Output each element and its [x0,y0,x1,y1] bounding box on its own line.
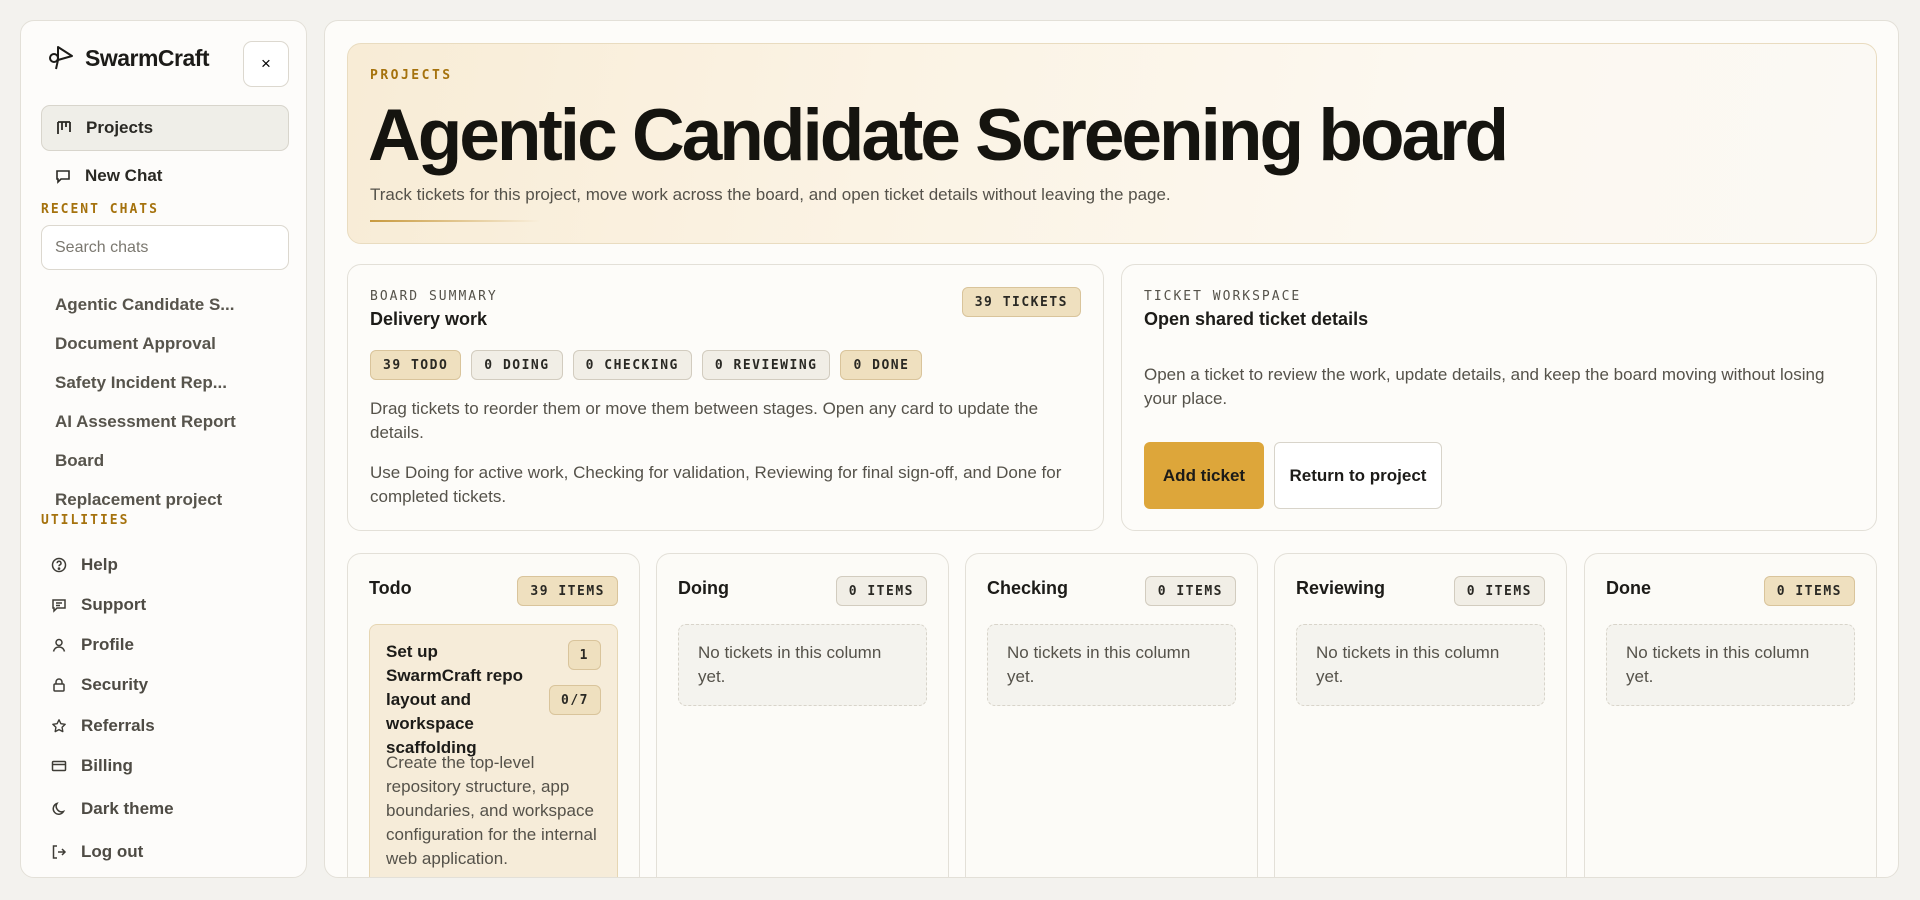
column-done: Done 0 ITEMS No tickets in this column y… [1584,553,1877,877]
support-icon [51,597,67,613]
column-doing: Doing 0 ITEMS No tickets in this column … [656,553,949,877]
stage-badge-reviewing: 0 REVIEWING [701,350,831,380]
board-summary-help: Use Doing for active work, Checking for … [370,463,1062,506]
ticket-card[interactable]: Set up SwarmCraft repo layout and worksp… [369,624,618,877]
utility-support[interactable]: Support [51,595,146,615]
chat-item[interactable]: AI Assessment Report [55,412,289,451]
main-panel: PROJECTS Agentic Candidate Screening boa… [324,20,1899,878]
utility-profile[interactable]: Profile [51,635,134,655]
ticket-description: Create the top-level repository structur… [386,753,597,868]
nav-item-label: New Chat [85,166,163,185]
column-count-badge: 39 ITEMS [517,576,618,606]
close-icon: × [261,54,271,73]
stage-badge-doing: 0 DOING [471,350,563,380]
hero-kicker: PROJECTS [370,68,453,83]
chat-item[interactable]: Document Approval [55,334,289,373]
add-ticket-button[interactable]: Add ticket [1144,442,1264,509]
chat-item[interactable]: Agentic Candidate S... [55,295,289,334]
nav-item-projects[interactable]: Projects [41,105,289,151]
chat-item[interactable]: Safety Incident Rep... [55,373,289,412]
utility-label: Billing [81,756,133,775]
recent-chats-label: RECENT CHATS [41,202,159,217]
brand-name: SwarmCraft [85,44,210,71]
empty-column-placeholder: No tickets in this column yet. [1296,624,1545,706]
ticket-workspace-kicker: TICKET WORKSPACE [1144,289,1302,304]
utility-billing[interactable]: Billing [51,756,133,776]
moon-icon [51,801,67,817]
chat-item[interactable]: Board [55,451,289,490]
hero-description: Track tickets for this project, move wor… [370,185,1171,204]
column-checking: Checking 0 ITEMS No tickets in this colu… [965,553,1258,877]
ticket-number-badge: 1 [567,640,601,670]
board-summary-title: Delivery work [370,309,488,329]
stage-badge-checking: 0 CHECKING [572,350,692,380]
page-title: Agentic Candidate Screening board [368,95,1509,176]
nav-item-label: Projects [86,118,154,137]
column-count-badge: 0 ITEMS [1453,576,1545,606]
recent-chats-list: Agentic Candidate S... Document Approval… [55,295,289,515]
close-sidebar-button[interactable]: × [243,41,289,87]
empty-column-placeholder: No tickets in this column yet. [987,624,1236,706]
empty-column-placeholder: No tickets in this column yet. [678,624,927,706]
star-icon [51,718,67,734]
column-count-badge: 0 ITEMS [835,576,927,606]
chat-icon [55,168,71,184]
utility-label: Profile [81,635,134,654]
column-todo: Todo 39 ITEMS Set up SwarmCraft repo lay… [347,553,640,877]
utility-dark-theme[interactable]: Dark theme [51,799,174,819]
stage-badge-todo: 39 TODO [370,350,462,380]
utility-label: Referrals [81,716,155,735]
chat-item[interactable]: Replacement project [55,490,289,515]
utility-label: Log out [81,842,144,861]
card-icon [51,758,67,774]
board-summary-text: Drag tickets to reorder them or move the… [370,399,1039,442]
board-summary-card: BOARD SUMMARY Delivery work 39 TICKETS 3… [347,264,1104,531]
ticket-title: Set up SwarmCraft repo layout and worksp… [386,642,523,757]
utility-label: Support [81,595,147,614]
utilities-label: UTILITIES [41,513,130,528]
empty-column-placeholder: No tickets in this column yet. [1606,624,1855,706]
column-title: Doing [678,578,729,598]
return-to-project-button[interactable]: Return to project [1274,442,1442,509]
ticket-workspace-title: Open shared ticket details [1144,309,1369,329]
utility-log-out[interactable]: Log out [51,842,143,862]
stage-badge-done: 0 DONE [840,350,923,380]
kanban-icon [56,120,72,136]
utility-referrals[interactable]: Referrals [51,716,155,736]
total-tickets-badge: 39 TICKETS [961,287,1081,317]
search-chats-input[interactable] [41,225,289,270]
utility-label: Dark theme [81,799,174,818]
lock-icon [51,677,67,693]
column-title: Todo [369,578,412,598]
utility-security[interactable]: Security [51,675,148,695]
column-count-badge: 0 ITEMS [1144,576,1236,606]
column-count-badge: 0 ITEMS [1763,576,1855,606]
help-icon [51,557,67,573]
ticket-workspace-card: TICKET WORKSPACE Open shared ticket deta… [1121,264,1877,531]
user-icon [51,637,67,653]
utility-help[interactable]: Help [51,555,118,575]
project-hero: PROJECTS Agentic Candidate Screening boa… [347,43,1877,244]
column-reviewing: Reviewing 0 ITEMS No tickets in this col… [1274,553,1567,877]
column-title: Checking [987,578,1069,598]
utility-label: Help [81,555,118,574]
ticket-progress-badge: 0/7 [549,685,601,715]
nav-item-new-chat[interactable]: New Chat [41,153,289,199]
hero-divider [370,220,540,222]
column-title: Reviewing [1296,578,1386,598]
ticket-workspace-text: Open a ticket to review the work, update… [1144,365,1825,408]
utility-label: Security [81,675,149,694]
board-summary-kicker: BOARD SUMMARY [370,289,498,304]
logout-icon [51,844,67,860]
sidebar: SwarmCraft × Projects New Chat RECENT CH… [20,20,307,878]
column-title: Done [1606,578,1651,598]
swarmcraft-logo-icon [47,43,77,73]
stage-badges: 39 TODO 0 DOING 0 CHECKING 0 REVIEWING 0… [370,350,923,380]
brand[interactable]: SwarmCraft [47,43,210,73]
